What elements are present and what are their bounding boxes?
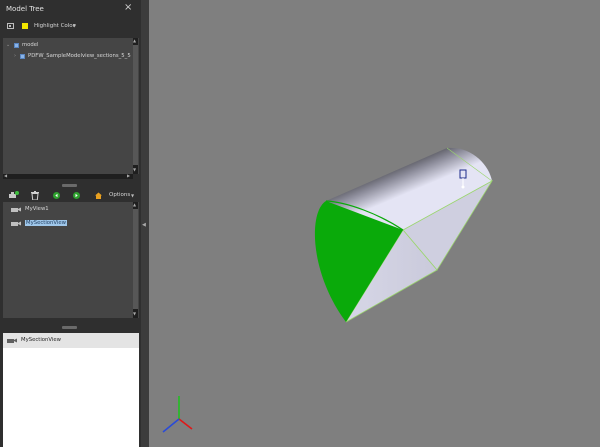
camera-icon xyxy=(7,338,17,343)
splitter-grip[interactable] xyxy=(62,326,77,329)
scroll-down-icon[interactable]: ▼ xyxy=(133,168,136,172)
camera-icon xyxy=(11,221,21,226)
views-vertical-scrollbar[interactable]: ▲ ▼ xyxy=(133,202,138,318)
scroll-up-icon[interactable]: ▲ xyxy=(133,39,136,43)
model-tree-panel: Model Tree × Highlight Color ▼ ⌄ model ›… xyxy=(0,0,141,447)
scroll-right-icon[interactable]: ▶ xyxy=(127,174,130,178)
dropdown-arrow-icon[interactable]: ▼ xyxy=(131,193,134,198)
view-mode-icon[interactable] xyxy=(7,23,14,29)
triad-icon xyxy=(162,396,193,433)
scroll-left-icon[interactable]: ◀ xyxy=(4,174,7,178)
expand-chevron-icon[interactable]: ⌄ xyxy=(6,42,10,48)
expand-chevron-icon[interactable]: › xyxy=(14,53,16,59)
view-label-selected: MySectionView xyxy=(25,220,67,226)
model-render[interactable] xyxy=(149,0,600,447)
scroll-down-icon[interactable]: ▼ xyxy=(133,312,136,316)
close-icon[interactable]: × xyxy=(124,2,132,13)
tree-vertical-scrollbar[interactable]: ▲ ▼ xyxy=(133,38,138,174)
views-toolbar: Options ▼ xyxy=(3,189,139,202)
camera-icon xyxy=(11,207,21,212)
panel-title: Model Tree xyxy=(6,5,44,13)
home-icon[interactable] xyxy=(95,192,102,199)
section-model[interactable] xyxy=(314,147,494,323)
tree-check-icon[interactable] xyxy=(14,43,19,48)
scrollbar-thumb[interactable] xyxy=(133,45,138,165)
tree-item-part[interactable]: PDFW_SampleModelview_sections_5_5 xyxy=(28,53,131,59)
scroll-up-icon[interactable]: ▲ xyxy=(133,203,136,207)
dropdown-arrow-icon[interactable]: ▼ xyxy=(73,23,76,28)
panel-divider[interactable]: ◀ xyxy=(141,0,149,447)
model-tree-toolbar: Highlight Color ▼ xyxy=(0,18,141,35)
app-window: Model Tree × Highlight Color ▼ ⌄ model ›… xyxy=(0,0,600,447)
color-swatch-icon[interactable] xyxy=(22,23,28,29)
details-view-label: MySectionView xyxy=(21,337,61,343)
delete-icon[interactable] xyxy=(31,191,39,200)
splitter-grip[interactable] xyxy=(62,184,77,187)
views-list: MyView1 MySectionView ▲ ▼ xyxy=(3,202,139,318)
collapse-panel-icon[interactable]: ◀ xyxy=(142,222,146,228)
details-header: MySectionView xyxy=(3,333,139,348)
highlight-color-dropdown[interactable]: Highlight Color xyxy=(34,23,75,29)
create-view-icon[interactable] xyxy=(9,191,19,199)
scrollbar-thumb[interactable] xyxy=(133,209,138,309)
details-panel: MySectionView xyxy=(3,333,139,447)
next-view-icon[interactable] xyxy=(73,192,80,199)
options-dropdown[interactable]: Options xyxy=(109,192,130,198)
3d-viewport[interactable] xyxy=(149,0,600,447)
previous-view-icon[interactable] xyxy=(53,192,60,199)
tree-item-model[interactable]: model xyxy=(22,42,39,48)
tree-check-icon[interactable] xyxy=(20,54,25,59)
view-label: MyView1 xyxy=(25,206,49,212)
tree-horizontal-scrollbar[interactable]: ◀ ▶ xyxy=(3,174,133,179)
model-tree: ⌄ model › PDFW_SampleModelview_sections_… xyxy=(3,38,139,179)
